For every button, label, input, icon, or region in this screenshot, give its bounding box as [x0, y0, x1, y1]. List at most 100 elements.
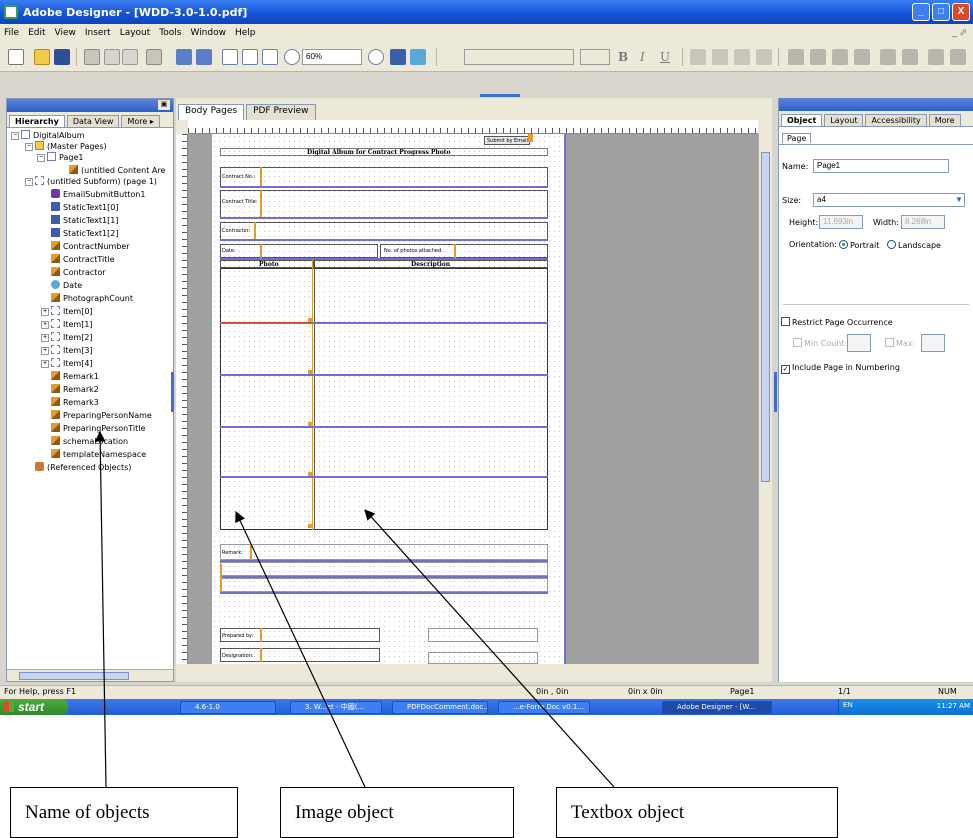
contractor-field[interactable]: Contractor:: [220, 222, 548, 240]
preparing-person-name-field[interactable]: Prepared by:: [220, 628, 380, 642]
scroll-thumb[interactable]: [761, 152, 770, 482]
tree-item[interactable]: ContractNumber: [51, 241, 130, 252]
tree-item[interactable]: DigitalAlbum: [21, 130, 85, 141]
task-button[interactable]: 4.6-1.0: [180, 701, 276, 714]
two-page-icon[interactable]: [242, 49, 258, 65]
collapse-toggle[interactable]: −: [25, 178, 33, 186]
tree-item[interactable]: Item[4]: [51, 358, 93, 369]
fit-page-icon[interactable]: [262, 49, 278, 65]
collapse-toggle[interactable]: −: [37, 154, 45, 162]
font-select[interactable]: [464, 49, 574, 65]
expand-toggle[interactable]: +: [41, 321, 49, 329]
spacing-icon[interactable]: [902, 49, 918, 65]
menu-help[interactable]: Help: [235, 28, 256, 38]
save-icon[interactable]: [54, 49, 70, 65]
tree-item[interactable]: Date: [51, 280, 82, 291]
size-icon[interactable]: [880, 49, 896, 65]
submit-by-email-button[interactable]: Submit by Email: [484, 136, 530, 145]
more-tools-icon[interactable]: [950, 49, 966, 65]
italic-button[interactable]: I: [640, 50, 645, 64]
image-field-4[interactable]: [221, 478, 311, 528]
font-size-select[interactable]: [580, 49, 610, 65]
start-button[interactable]: start: [0, 699, 68, 715]
menu-tools[interactable]: Tools: [159, 28, 181, 38]
portrait-radio[interactable]: Portrait: [839, 240, 879, 250]
collapse-toggle[interactable]: −: [11, 132, 19, 140]
tree-item[interactable]: PreparingPersonTitle: [51, 423, 145, 434]
menu-edit[interactable]: Edit: [28, 28, 45, 38]
menu-layout[interactable]: Layout: [120, 28, 151, 38]
expand-toggle[interactable]: +: [41, 308, 49, 316]
tree-item[interactable]: Remark3: [51, 397, 99, 408]
new-icon[interactable]: [8, 49, 24, 65]
align-right-icon[interactable]: [734, 49, 750, 65]
tree-item[interactable]: StaticText1[1]: [51, 215, 118, 226]
tab-data-view[interactable]: Data View: [66, 115, 120, 127]
ungroup-icon[interactable]: [854, 49, 870, 65]
task-button[interactable]: PDFDocComment.doc...: [392, 701, 488, 714]
tab-body-pages[interactable]: Body Pages: [178, 104, 245, 120]
zoom-select[interactable]: 60%: [302, 49, 362, 65]
height-input[interactable]: 11.693in: [819, 215, 863, 229]
panel-close-icon[interactable]: ▣: [158, 100, 170, 110]
bold-button[interactable]: B: [618, 50, 628, 64]
form-page[interactable]: Submit by Email Digital Album for Contra…: [212, 134, 566, 664]
signature-box-2[interactable]: [428, 652, 538, 664]
tree-item[interactable]: EmailSubmitButton1: [51, 189, 145, 200]
horizontal-scrollbar[interactable]: [7, 669, 173, 681]
remark-field-1[interactable]: Remark:: [220, 544, 548, 560]
scroll-thumb[interactable]: [19, 672, 129, 680]
expand-toggle[interactable]: +: [41, 334, 49, 342]
tab-page[interactable]: Page: [782, 133, 812, 143]
tab-object[interactable]: Object: [781, 114, 823, 126]
tree-item[interactable]: Item[0]: [51, 306, 93, 317]
preview-icon[interactable]: [390, 49, 406, 65]
signature-box-1[interactable]: [428, 628, 538, 642]
tree-item[interactable]: StaticText1[2]: [51, 228, 118, 239]
include-page-numbering-checkbox[interactable]: ✓ Include Page in Numbering: [781, 363, 900, 374]
tab-more[interactable]: More ▸: [121, 115, 160, 127]
underline-button[interactable]: U: [660, 50, 670, 64]
date-field[interactable]: Date:: [220, 244, 378, 258]
page-icon[interactable]: [222, 49, 238, 65]
order-icon[interactable]: [928, 49, 944, 65]
image-field-2[interactable]: [221, 376, 311, 426]
tree-item[interactable]: Item[3]: [51, 345, 93, 356]
open-icon[interactable]: [34, 49, 50, 65]
body-pages-icon[interactable]: [176, 49, 192, 65]
canvas[interactable]: Submit by Email Digital Album for Contra…: [188, 134, 758, 664]
language-indicator[interactable]: EN: [843, 702, 853, 709]
task-button[interactable]: ...e-Form Doc v0.1...: [498, 701, 590, 714]
quick-launch[interactable]: [88, 702, 138, 712]
max-input[interactable]: [921, 334, 945, 352]
restrict-page-occurrence-checkbox[interactable]: Restrict Page Occurrence: [781, 317, 893, 327]
undo-icon[interactable]: [104, 49, 120, 65]
tree-item[interactable]: schemaLocation: [51, 436, 128, 447]
tree-item[interactable]: (Referenced Objects): [35, 462, 131, 473]
tree-item[interactable]: Item[2]: [51, 332, 93, 343]
tree-item[interactable]: Remark2: [51, 384, 99, 395]
expand-toggle[interactable]: +: [41, 360, 49, 368]
tree-item[interactable]: ContractTitle: [51, 254, 115, 265]
collapse-toggle[interactable]: −: [25, 143, 33, 151]
right-splitter[interactable]: [774, 372, 777, 412]
splitter-handle[interactable]: [480, 94, 520, 97]
close-button[interactable]: X: [952, 3, 970, 21]
menu-insert[interactable]: Insert: [85, 28, 111, 38]
distribute-icon[interactable]: [810, 49, 826, 65]
tree-item[interactable]: (untitled Content Are: [69, 165, 165, 176]
contract-title-field[interactable]: Contract Title:: [220, 190, 548, 218]
align-left-icon[interactable]: [690, 49, 706, 65]
find-icon[interactable]: [146, 49, 162, 65]
image-field-1[interactable]: [221, 324, 311, 374]
master-pages-icon[interactable]: [196, 49, 212, 65]
check-icon[interactable]: [410, 49, 426, 65]
tab-more[interactable]: More: [928, 114, 961, 126]
expand-toggle[interactable]: +: [41, 347, 49, 355]
remark-field-2[interactable]: [220, 562, 548, 576]
tree-item[interactable]: Page1: [47, 152, 83, 163]
menu-file[interactable]: File: [4, 28, 19, 38]
contract-number-field[interactable]: Contract No.:: [220, 167, 548, 187]
mdi-controls[interactable]: _ ⬀: [952, 27, 967, 38]
tree-item[interactable]: (untitled Subform) (page 1): [35, 176, 157, 187]
